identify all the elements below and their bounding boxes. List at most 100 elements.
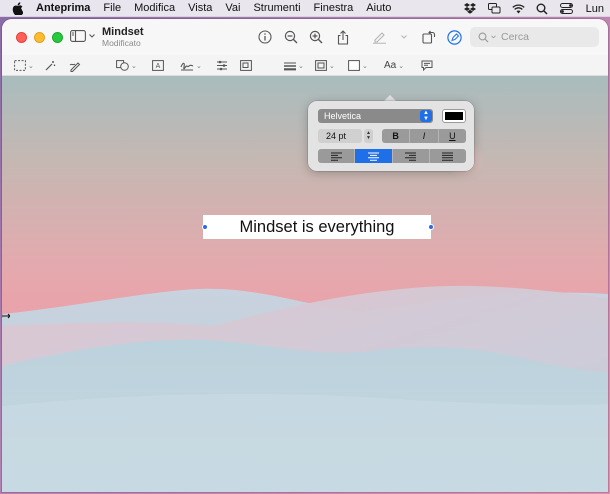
shapes-icon	[116, 60, 129, 71]
close-window-button[interactable]	[16, 31, 27, 43]
align-center-button[interactable]	[355, 149, 393, 163]
search-icon	[478, 32, 489, 42]
font-style-segment: B I U	[382, 129, 466, 143]
magic-wand-icon	[45, 60, 56, 70]
adjust-size-icon	[240, 60, 252, 71]
text-tool-button[interactable]: A	[152, 58, 164, 73]
menu-edit[interactable]: Modifica	[134, 2, 175, 14]
dropbox-icon[interactable]	[464, 2, 477, 15]
apple-menu-icon[interactable]	[12, 1, 26, 15]
text-annotation-box[interactable]: Mindset is everything	[203, 215, 431, 239]
alignment-segment	[318, 149, 466, 163]
menu-tools[interactable]: Strumenti	[253, 2, 300, 14]
search-field[interactable]: Cerca	[470, 27, 599, 47]
window-controls	[16, 31, 63, 43]
border-color-button[interactable]: ⌄	[315, 58, 335, 73]
text-box-icon: A	[152, 60, 164, 71]
instant-alpha-button[interactable]	[44, 58, 56, 73]
zoom-in-icon[interactable]	[308, 29, 324, 45]
text-annotation-content[interactable]: Mindset is everything	[240, 218, 395, 237]
search-placeholder: Cerca	[501, 31, 530, 43]
menu-go[interactable]: Vai	[225, 2, 240, 14]
chevron-down-icon: ⌄	[28, 62, 34, 70]
chevron-down-icon: ⌄	[298, 62, 304, 70]
share-icon[interactable]	[335, 29, 351, 45]
underline-button[interactable]: U	[439, 129, 466, 143]
maximize-window-button[interactable]	[52, 31, 63, 43]
spotlight-search-icon[interactable]	[536, 2, 549, 15]
title-bar: Mindset Modificato Cerca	[2, 19, 608, 55]
text-style-popover: Helvetica ▲ ▼ 24 pt ▲ ▼ B I U	[308, 101, 474, 171]
text-style-button[interactable]: Aa ⌄	[384, 58, 404, 73]
menu-file[interactable]: File	[103, 2, 121, 14]
document-title-block: Mindset Modificato	[102, 26, 144, 48]
document-status: Modificato	[102, 37, 141, 48]
sketch-pen-icon	[69, 61, 81, 72]
text-box-right-resize-handle[interactable]	[428, 224, 434, 230]
control-center-icon[interactable]	[559, 2, 573, 15]
bold-button[interactable]: B	[382, 129, 411, 143]
fill-color-icon	[348, 60, 360, 71]
preview-window: Mindset Modificato Cerca ⌄ ⌄ A ⌄ ⌄ ⌄ ⌄ A…	[2, 19, 608, 492]
text-box-left-resize-handle[interactable]	[202, 224, 208, 230]
align-justify-icon	[442, 152, 454, 161]
search-options-chevron-icon	[491, 35, 496, 39]
highlight-pen-icon[interactable]	[371, 29, 387, 45]
speech-bubble-icon	[421, 60, 433, 71]
screen-mirroring-icon[interactable]	[487, 2, 501, 15]
desert-dunes-image	[2, 76, 608, 492]
chevron-down-icon: ⌄	[329, 62, 335, 70]
signature-icon	[180, 62, 194, 71]
signature-button[interactable]: ⌄	[180, 58, 202, 73]
adjust-color-icon	[217, 60, 227, 71]
sidebar-icon	[70, 30, 86, 42]
shapes-button[interactable]: ⌄	[116, 58, 137, 73]
sketch-tool-button[interactable]	[69, 58, 81, 73]
align-center-icon	[367, 152, 379, 161]
sidebar-toggle-button[interactable]	[70, 30, 95, 42]
border-color-icon	[315, 60, 327, 71]
align-right-button[interactable]	[393, 149, 430, 163]
text-color-well[interactable]	[442, 109, 466, 123]
selection-tool-button[interactable]: ⌄	[14, 58, 34, 73]
zoom-out-icon[interactable]	[283, 29, 299, 45]
text-color-swatch	[445, 112, 463, 120]
wifi-icon[interactable]	[511, 2, 525, 15]
resize-cursor-icon	[2, 313, 10, 319]
align-justify-button[interactable]	[430, 149, 466, 163]
rectangular-selection-icon	[14, 60, 26, 71]
text-style-label: Aa	[384, 60, 397, 71]
menu-window[interactable]: Finestra	[314, 2, 354, 14]
annotate-note-button[interactable]	[421, 58, 433, 73]
font-size-field[interactable]: 24 pt	[318, 129, 362, 143]
markup-toolbar-toggle-icon[interactable]	[446, 29, 462, 45]
align-left-icon	[330, 152, 342, 161]
italic-button[interactable]: I	[410, 129, 439, 143]
line-weight-icon	[284, 62, 296, 70]
adjust-color-button[interactable]	[216, 58, 228, 73]
font-family-value: Helvetica	[324, 111, 362, 121]
shape-style-button[interactable]: ⌄	[284, 58, 304, 73]
menu-app-name[interactable]: Anteprima	[36, 2, 90, 14]
chevron-down-icon: ⌄	[196, 62, 202, 70]
minimize-window-button[interactable]	[34, 31, 45, 43]
markup-toolbar: ⌄ ⌄ A ⌄ ⌄ ⌄ ⌄ Aa ⌄	[2, 55, 608, 76]
menubar-clock[interactable]: Lun	[586, 3, 604, 15]
fill-color-button[interactable]: ⌄	[348, 58, 368, 73]
document-canvas[interactable]	[2, 76, 608, 492]
info-icon[interactable]	[257, 29, 273, 45]
chevron-down-icon	[89, 34, 95, 38]
chevron-down-icon: ⌄	[131, 62, 137, 70]
adjust-size-button[interactable]	[240, 58, 252, 73]
font-size-stepper[interactable]: ▲ ▼	[364, 129, 373, 143]
menu-bar: Anteprima File Modifica Vista Vai Strume…	[0, 0, 610, 17]
chevron-down-icon: ⌄	[362, 62, 368, 70]
highlight-options-chevron-icon[interactable]	[396, 29, 412, 45]
align-left-button[interactable]	[318, 149, 356, 163]
document-title[interactable]: Mindset	[102, 26, 144, 39]
rotate-icon[interactable]	[421, 29, 437, 45]
menu-help[interactable]: Aiuto	[366, 2, 391, 14]
font-family-select[interactable]: Helvetica ▲ ▼	[318, 109, 433, 123]
font-size-value: 24 pt	[326, 131, 347, 141]
menu-view[interactable]: Vista	[188, 2, 212, 14]
